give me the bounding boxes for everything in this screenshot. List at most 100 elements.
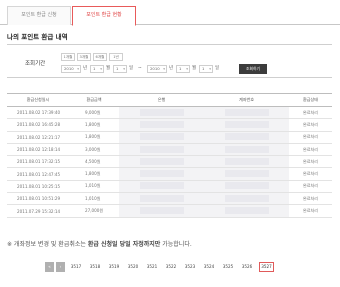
refund-status: 완료처리: [289, 167, 332, 181]
day-unit-label: 일: [129, 66, 134, 71]
table-row: 2011.08.02 16:45:28 1,800원 완료처리: [7, 118, 332, 132]
bank-cell-blurred: [119, 192, 204, 206]
request-datetime: 2011.08.02 12:18:14: [7, 143, 69, 157]
page-link[interactable]: 3518: [88, 262, 102, 272]
bank-cell-blurred: [119, 143, 204, 157]
page-link[interactable]: 3525: [221, 262, 235, 272]
tab-point-refund-request[interactable]: 포인트 환급 신청: [7, 6, 71, 25]
request-datetime: 2011.08.01 10:25:15: [7, 180, 69, 194]
refund-amount: 1,800원: [69, 131, 119, 144]
bank-cell-blurred: [119, 204, 204, 218]
table-header-row: 환급신청일시 환급금액 은행 계좌번호 환급상태: [7, 93, 332, 107]
current-page[interactable]: 3527: [259, 262, 274, 272]
start-year-value: 2010: [64, 66, 74, 71]
refund-status: 완료처리: [289, 118, 332, 132]
header-account-number: 계좌번호: [204, 93, 289, 107]
refund-amount: 9,000원: [69, 106, 119, 120]
table-row: 2011.08.01 12:47:45 1,800원 완료처리: [7, 167, 332, 181]
year-unit-label: 년: [169, 66, 174, 71]
page-link[interactable]: 3517: [69, 262, 83, 272]
section-title: 나의 포인트 환급 내역: [7, 33, 68, 41]
notice-prefix: ※ 개좌정보 변경 및 환급취소는: [7, 241, 88, 248]
notice-emphasis: 환급 신청일 당일 자정까지만: [87, 241, 161, 248]
refund-status: 완료처리: [289, 155, 332, 169]
request-datetime: 2011.08.02 17:39:40: [7, 106, 69, 120]
end-month-select[interactable]: 1 ▾: [176, 65, 190, 73]
prev-page-button[interactable]: ‹: [56, 262, 65, 272]
account-cell-blurred: [204, 155, 289, 169]
table-row: 2011.08.02 12:21:17 1,800원 완료처리: [7, 131, 332, 144]
end-year-value: 2010: [150, 66, 160, 71]
account-cell-blurred: [204, 167, 289, 181]
day-unit-label: 일: [215, 66, 220, 71]
notice-text: ※ 개좌정보 변경 및 환급취소는 환급 신청일 당일 자정까지만 가능합니다.: [7, 239, 192, 248]
refund-history-table: 환급신청일시 환급금액 은행 계좌번호 환급상태 2011.08.02 17:3…: [7, 93, 332, 218]
end-day-value: 1: [202, 66, 205, 71]
page-link[interactable]: 3519: [107, 262, 121, 272]
period-filter: 조회기간 1개월 3개월 6개월 1년 2010 ▾ 년 1 ▾ 월 1 ▾ 일 ~ …: [7, 44, 332, 78]
start-year-select[interactable]: 2010 ▾: [61, 65, 81, 73]
refund-status: 완료처리: [289, 192, 332, 206]
refund-amount: 1,800원: [69, 167, 119, 181]
bank-cell-blurred: [119, 131, 204, 144]
account-cell-blurred: [204, 192, 289, 206]
account-cell-blurred: [204, 143, 289, 157]
notice-suffix: 가능합니다.: [160, 241, 192, 248]
refund-status: 완료처리: [289, 131, 332, 144]
refund-status: 완료처리: [289, 180, 332, 194]
chevron-down-icon: ▾: [163, 67, 165, 71]
request-datetime: 2011.08.02 16:45:28: [7, 118, 69, 132]
period-label: 조회기간: [25, 61, 46, 67]
first-page-button[interactable]: «: [45, 262, 54, 272]
refund-status: 완료처리: [289, 204, 332, 218]
request-datetime: 2011.08.01 10:51:29: [7, 192, 69, 206]
refund-status: 완료처리: [289, 143, 332, 157]
end-day-select[interactable]: 1 ▾: [199, 65, 213, 73]
request-datetime: 2011.07.29 15:32:14: [7, 204, 69, 218]
refund-status: 완료처리: [289, 106, 332, 120]
account-cell-blurred: [204, 180, 289, 194]
bank-cell-blurred: [119, 118, 204, 132]
table-row: 2011.08.01 10:25:15 1,010원 완료처리: [7, 180, 332, 194]
account-cell-blurred: [204, 118, 289, 132]
header-bank: 은행: [119, 93, 204, 107]
page-link[interactable]: 3520: [126, 262, 140, 272]
end-month-value: 1: [179, 66, 182, 71]
header-amount: 환급금액: [69, 93, 119, 107]
header-request-datetime: 환급신청일시: [7, 93, 69, 107]
start-day-select[interactable]: 1 ▾: [113, 65, 127, 73]
year-unit-label: 년: [83, 66, 88, 71]
period-6-months-button[interactable]: 6개월: [93, 53, 107, 61]
tab-point-refund-status[interactable]: 포인트 환급 현황: [72, 6, 136, 26]
request-datetime: 2011.08.01 12:47:45: [7, 167, 69, 181]
start-month-value: 1: [93, 66, 96, 71]
page: 포인트 환급 신청 포인트 환급 현황 나의 포인트 환급 내역 조회기간 1개…: [0, 0, 340, 287]
period-3-months-button[interactable]: 3개월: [77, 53, 91, 61]
search-button[interactable]: 조회하기: [239, 64, 267, 74]
refund-amount: 3,000원: [69, 143, 119, 157]
page-link[interactable]: 3523: [183, 262, 197, 272]
start-month-select[interactable]: 1 ▾: [90, 65, 104, 73]
chevron-down-icon: ▾: [186, 67, 188, 71]
range-separator: ~: [138, 66, 142, 71]
chevron-down-icon: ▾: [123, 67, 125, 71]
refund-amount: 27,000원: [69, 204, 119, 218]
end-year-select[interactable]: 2010 ▾: [147, 65, 167, 73]
refund-amount: 1,800원: [69, 118, 119, 132]
refund-amount: 1,010원: [69, 180, 119, 194]
request-datetime: 2011.08.02 12:21:17: [7, 131, 69, 144]
start-day-value: 1: [116, 66, 119, 71]
month-unit-label: 월: [192, 66, 197, 71]
month-unit-label: 월: [106, 66, 111, 71]
page-link[interactable]: 3526: [240, 262, 254, 272]
page-link[interactable]: 3524: [202, 262, 216, 272]
page-link[interactable]: 3522: [164, 262, 178, 272]
tab-bar: 포인트 환급 신청 포인트 환급 현황: [0, 6, 340, 26]
period-1-month-button[interactable]: 1개월: [61, 53, 75, 61]
account-cell-blurred: [204, 204, 289, 218]
chevron-down-icon: ▾: [209, 67, 211, 71]
page-link[interactable]: 3521: [145, 262, 159, 272]
refund-amount: 1,010원: [69, 192, 119, 206]
period-1-year-button[interactable]: 1년: [109, 53, 123, 61]
chevron-down-icon: ▾: [77, 67, 79, 71]
